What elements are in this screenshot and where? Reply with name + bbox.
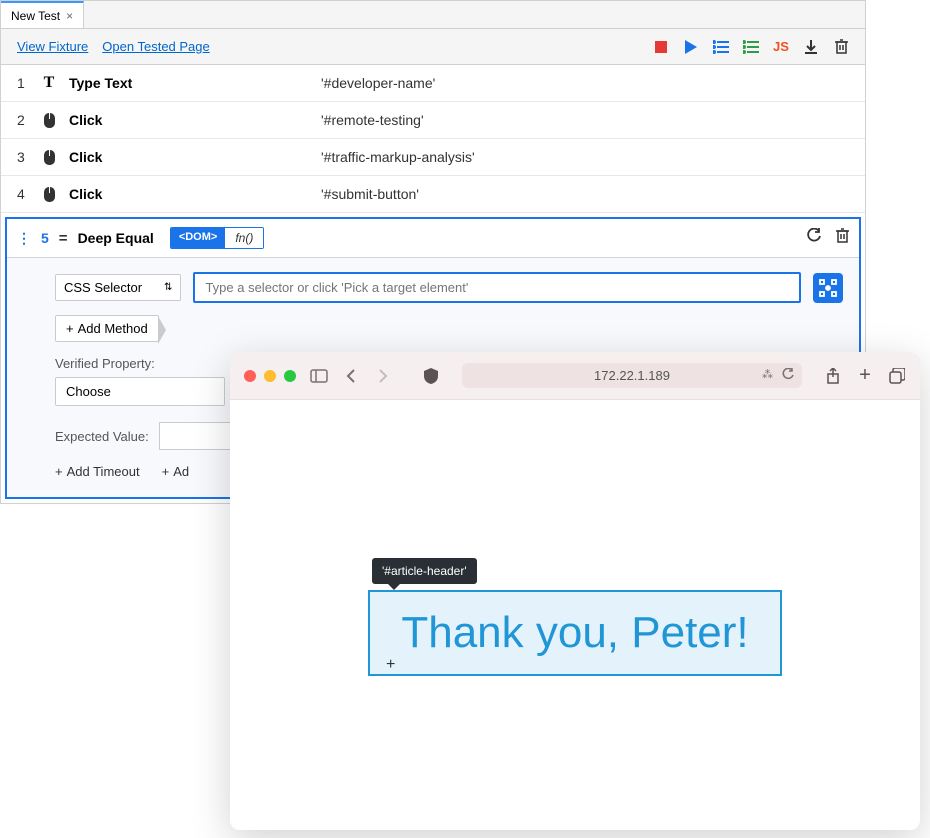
toolbar: JS [653,39,849,55]
verified-property-dropdown[interactable]: Choose [55,377,225,406]
add-message-button[interactable]: + Ad [162,464,190,479]
address-text: 172.22.1.189 [594,368,670,383]
forward-icon[interactable] [374,367,392,385]
delete-icon[interactable] [836,228,849,248]
play-icon[interactable] [683,39,699,55]
mode-toggle[interactable]: <DOM> fn() [170,227,265,249]
step-number: 3 [17,149,29,165]
mouse-icon [41,186,57,202]
add-method-button[interactable]: + Add Method [55,315,159,342]
browser-viewport: '#article-header' Thank you, Peter! + [230,400,920,830]
mouse-icon [41,149,57,165]
add-timeout-label: Add Timeout [67,464,140,479]
maximize-window-icon[interactable] [284,370,296,382]
back-icon[interactable] [342,367,360,385]
step-name: Type Text [69,75,309,91]
add-msg-label: Ad [173,464,189,479]
selector-type-dropdown[interactable]: CSS Selector ⇅ [55,274,181,301]
expected-value-input[interactable] [159,422,239,450]
tooltip-text: '#article-header' [382,564,467,578]
selector-input[interactable] [193,272,801,303]
choose-value: Choose [66,384,111,399]
download-icon[interactable] [803,39,819,55]
plus-icon: + [55,464,63,479]
list-check-icon[interactable] [743,39,759,55]
step-number: 4 [17,186,29,202]
share-icon[interactable] [824,367,842,385]
new-tab-icon[interactable]: + [856,367,874,385]
link-bar: View Fixture Open Tested Page JS [1,29,865,65]
tab-bar: New Test × [1,1,865,29]
active-step-header: ⋮ 5 = Deep Equal <DOM> fn() [7,219,859,258]
translate-icon[interactable]: ⁂ [762,368,773,384]
step-row[interactable]: 1 T Type Text '#developer-name' [1,65,865,102]
js-icon[interactable]: JS [773,39,789,55]
step-name: Click [69,149,309,165]
highlighted-element[interactable]: Thank you, Peter! [368,590,782,676]
step-name: Click [69,186,309,202]
chevron-updown-icon: ⇅ [164,282,172,293]
plus-icon: + [162,464,170,479]
fn-mode[interactable]: fn() [225,228,263,248]
crosshair-cursor-icon: + [386,656,395,674]
step-target: '#remote-testing' [321,112,424,128]
close-window-icon[interactable] [244,370,256,382]
step-number: 5 [41,230,49,246]
tab-new-test[interactable]: New Test × [1,1,84,28]
step-name: Click [69,112,309,128]
drag-handle-icon[interactable]: ⋮ [17,230,31,247]
delete-icon[interactable] [833,39,849,55]
tabs-icon[interactable] [888,367,906,385]
add-method-label: Add Method [78,321,148,336]
step-target: '#submit-button' [321,186,419,202]
list-icon[interactable] [713,39,729,55]
minimize-window-icon[interactable] [264,370,276,382]
expected-value-label: Expected Value: [55,429,149,444]
step-target: '#traffic-markup-analysis' [321,149,475,165]
close-icon[interactable]: × [66,9,73,23]
step-target: '#developer-name' [321,75,435,91]
refresh-icon[interactable] [806,228,822,249]
pick-target-button[interactable] [813,273,843,303]
mouse-icon [41,112,57,128]
traffic-lights [244,370,296,382]
open-tested-page-link[interactable]: Open Tested Page [102,39,209,54]
step-row[interactable]: 2 Click '#remote-testing' [1,102,865,139]
step-row[interactable]: 3 Click '#traffic-markup-analysis' [1,139,865,176]
address-bar[interactable]: 172.22.1.189 ⁂ [462,363,802,388]
browser-toolbar: 172.22.1.189 ⁂ + [230,352,920,400]
article-header-text: Thank you, Peter! [401,608,748,658]
step-row[interactable]: 4 Click '#submit-button' [1,176,865,213]
dom-mode[interactable]: <DOM> [171,228,226,248]
stop-icon[interactable] [653,39,669,55]
reload-icon[interactable] [781,368,794,384]
tab-title: New Test [11,9,60,23]
shield-icon[interactable] [422,367,440,385]
selector-tooltip: '#article-header' [372,558,477,584]
sidebar-icon[interactable] [310,367,328,385]
add-timeout-button[interactable]: + Add Timeout [55,464,140,479]
type-text-icon: T [41,75,57,91]
view-fixture-link[interactable]: View Fixture [17,39,88,54]
step-number: 2 [17,112,29,128]
browser-window: 172.22.1.189 ⁂ + '#article-header' Thank… [230,352,920,830]
step-name: Deep Equal [78,230,154,246]
step-number: 1 [17,75,29,91]
plus-icon: + [66,321,74,336]
selector-type-value: CSS Selector [64,280,142,295]
equals-icon: = [59,230,68,247]
